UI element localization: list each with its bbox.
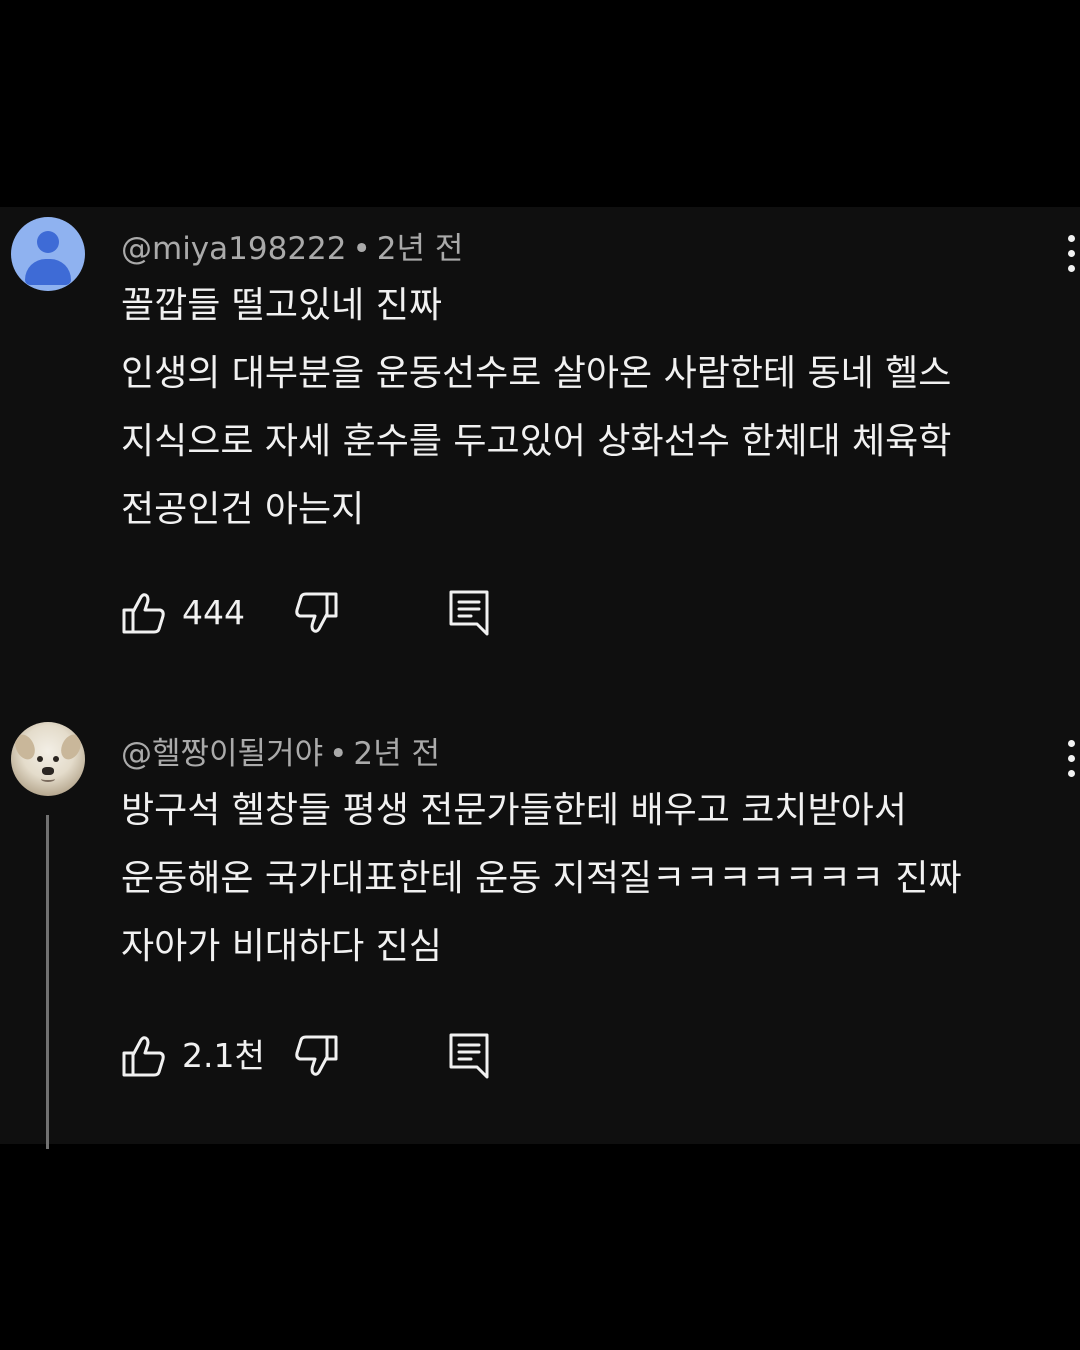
comment-line: 방구석 헬창들 평생 전문가들한테 배우고 코치받아서 [121,790,907,831]
dog-eye-shape [37,756,43,762]
avatar-head-shape [37,231,59,253]
comment-item: @miya198222 • 2년 전 꼴깝들 떨고있네 진짜 인생의 대부분을 운동… [0,207,1080,687]
avatar[interactable] [11,722,85,796]
comment-actions: 2.1천 [121,1031,521,1081]
comment-line: 운동해온 국가대표한테 운동 지적질ㅋㅋㅋㅋㅋㅋㅋ 진짜 [121,858,962,899]
comment-line: 인생의 대부분을 운동선수로 살아온 사람한테 동네 헬스 [121,353,952,394]
avatar[interactable] [11,217,85,291]
comment-line: 꼴깝들 떨고있네 진짜 [121,285,442,326]
comment-header: @헬짱이될거야 • 2년 전 [121,728,440,773]
like-count: 2.1천 [182,1036,265,1075]
comment-time: 2년 전 [353,736,441,772]
like-count: 444 [182,593,245,632]
thumbs-down-icon[interactable] [293,590,339,636]
comment-actions: 444 [121,588,521,638]
comments-panel: @miya198222 • 2년 전 꼴깝들 떨고있네 진짜 인생의 대부분을 운동… [0,207,1080,1149]
dog-ear-shape [57,731,85,763]
comment-line: 자아가 비대하다 진심 [121,926,442,967]
meta-separator: • [352,231,371,267]
thumbs-down-icon[interactable] [293,1033,339,1079]
comment-time: 2년 전 [376,231,464,267]
dog-ear-shape [11,731,39,763]
author-name[interactable]: @헬짱이될거야 [121,736,323,772]
thumbs-up-icon[interactable] [121,590,167,636]
more-options-icon[interactable] [1060,233,1080,275]
comment-header: @miya198222 • 2년 전 [121,223,463,268]
reply-comment-icon[interactable] [447,1031,491,1079]
comment-text: 꼴깝들 떨고있네 진짜 인생의 대부분을 운동선수로 살아온 사람한테 동네 헬… [121,272,1061,544]
thumbs-up-icon[interactable] [121,1033,167,1079]
comment-line: 지식으로 자세 훈수를 두고있어 상화선수 한체대 체육학 [121,421,952,462]
avatar-body-shape [25,259,71,285]
comment-line: 전공인건 아는지 [121,489,365,530]
comment-text: 방구석 헬창들 평생 전문가들한테 배우고 코치받아서 운동해온 국가대표한테 … [121,777,1061,981]
thread-line [46,815,49,1149]
reply-comment-icon[interactable] [447,588,491,636]
dog-mouth-shape [41,776,55,782]
dog-nose-shape [42,767,54,775]
dog-eye-shape [53,756,59,762]
author-name[interactable]: @miya198222 [121,231,347,267]
comment-item: @헬짱이될거야 • 2년 전 방구석 헬창들 평생 전문가들한테 배우고 코치받아서… [0,712,1080,1149]
meta-separator: • [329,736,348,772]
more-options-icon[interactable] [1060,738,1080,780]
